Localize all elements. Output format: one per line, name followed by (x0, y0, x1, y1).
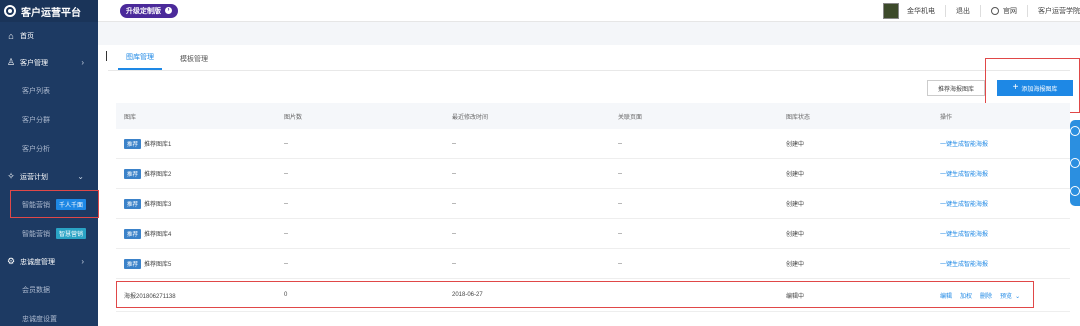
table-row: 推荐 推荐图库1 -- -- -- 创建中 一键生成智能海报 (116, 129, 1070, 159)
table-header: 图库 图片数 最近修改时间 关联页面 图库状态 操作 (116, 103, 1070, 129)
message-icon[interactable] (1070, 158, 1080, 168)
modified-time: -- (452, 230, 456, 237)
related-page: -- (618, 260, 622, 267)
sidebar-item-loyalty-settings[interactable]: 忠诚度设置 (0, 304, 98, 326)
generate-poster-link[interactable]: 一键生成智能海报 (940, 142, 988, 148)
recommend-badge: 推荐 (124, 198, 142, 209)
column-header: 图库状态 (786, 114, 811, 121)
logout-link[interactable]: 退出 (956, 6, 970, 16)
settings-icon: ⚙ (6, 256, 16, 266)
recommend-badge: 推荐 (124, 258, 142, 269)
image-count: -- (284, 260, 288, 267)
home-icon: ⌂ (8, 30, 14, 41)
sidebar: 客户运营平台 ⌂ 首页 ♙ 客户管理 › 客户列表 客户分群 客户分析 ✧ 运营… (0, 0, 98, 326)
gallery-name: 推荐图库3 (144, 202, 172, 208)
gallery-status: 创建中 (786, 172, 805, 178)
generate-poster-link[interactable]: 一键生成智能海报 (940, 262, 988, 268)
sidebar-item-customer-mgmt[interactable]: ♙ 客户管理 › (0, 49, 98, 76)
gallery-name: 推荐图库4 (144, 232, 172, 238)
recommend-gallery-button[interactable]: 推荐海报图库 (927, 80, 985, 96)
gallery-status: 创建中 (786, 202, 805, 208)
globe-icon (991, 7, 999, 15)
sidebar-item-customer-analysis[interactable]: 客户分析 (0, 134, 98, 163)
related-page: -- (618, 200, 622, 207)
academy-link[interactable]: 客户运营学院 (1038, 6, 1080, 16)
gallery-status: 创建中 (786, 232, 805, 238)
user-name: 金华机电 (907, 8, 935, 15)
table-row: 推荐 推荐图库5 -- -- -- 创建中 一键生成智能海报 (116, 249, 1070, 279)
chevron-right-icon: › (81, 257, 84, 266)
tab-list: 图库管理 模板管理 (108, 48, 216, 70)
divider (1027, 5, 1028, 17)
top-bar: 升级定制版 › 金华机电 退出 官网 客户运营学院 (98, 0, 1080, 22)
top-right-menu: 金华机电 退出 官网 客户运营学院 (883, 0, 1080, 22)
recommend-badge: 推荐 (124, 168, 142, 179)
bell-icon[interactable] (1070, 126, 1080, 136)
divider (980, 5, 981, 17)
gallery-name: 推荐图库5 (144, 262, 172, 268)
column-header: 图库 (124, 114, 137, 121)
column-header: 操作 (940, 114, 953, 121)
tab-gallery-mgmt[interactable]: 图库管理 (118, 52, 162, 70)
sidebar-item-home[interactable]: ⌂ 首页 (0, 22, 98, 49)
gallery-status: 创建中 (786, 262, 805, 268)
gallery-status: 创建中 (786, 142, 805, 148)
table-row: 推荐 推荐图库3 -- -- -- 创建中 一键生成智能海报 (116, 189, 1070, 219)
column-header: 最近修改时间 (452, 114, 489, 121)
gallery-name: 推荐图库2 (144, 172, 172, 178)
related-page: -- (618, 170, 622, 177)
sidebar-item-customer-list[interactable]: 客户列表 (0, 76, 98, 105)
help-icon[interactable] (1070, 186, 1080, 196)
highlight-box (10, 190, 99, 218)
modified-time: -- (452, 200, 456, 207)
chevron-right-icon: › (81, 58, 84, 67)
tabs-divider (108, 70, 1070, 71)
brand-logo-icon (4, 5, 16, 17)
related-page: -- (618, 140, 622, 147)
highlight-box (116, 281, 1034, 308)
sidebar-item-loyalty-mgmt[interactable]: ⚙ 忠诚度管理 › (0, 248, 98, 275)
official-site-link[interactable]: 官网 (1003, 6, 1017, 16)
column-header: 图片数 (284, 114, 303, 121)
image-count: -- (284, 140, 288, 147)
brand[interactable]: 客户运营平台 (0, 0, 98, 22)
chevron-down-icon: ⌄ (77, 172, 84, 181)
tab-template-mgmt[interactable]: 模板管理 (172, 54, 216, 70)
table-row: 推荐 推荐图库4 -- -- -- 创建中 一键生成智能海报 (116, 219, 1070, 249)
modified-time: -- (452, 260, 456, 267)
table-row: 推荐 推荐图库2 -- -- -- 创建中 一键生成智能海报 (116, 159, 1070, 189)
related-page: -- (618, 230, 622, 237)
generate-poster-link[interactable]: 一键生成智能海报 (940, 202, 988, 208)
brand-title: 客户运营平台 (21, 7, 81, 19)
modified-time: -- (452, 170, 456, 177)
feature-tag: 智慧营销 (56, 228, 87, 239)
divider (945, 5, 946, 17)
sidebar-item-member-data[interactable]: 会员数据 (0, 275, 98, 304)
arrow-right-icon: › (165, 7, 172, 14)
sidebar-item-smart-marketing-2[interactable]: 智能营销 智慧营销 (0, 219, 98, 248)
content-header-bg (98, 22, 1080, 45)
image-count: -- (284, 230, 288, 237)
recommend-badge: 推荐 (124, 228, 142, 239)
avatar[interactable] (883, 3, 899, 19)
generate-poster-link[interactable]: 一键生成智能海报 (940, 172, 988, 178)
recommend-badge: 推荐 (124, 138, 142, 149)
users-icon: ♙ (6, 57, 16, 67)
section-marker (106, 51, 107, 61)
sidebar-item-ops-plan[interactable]: ✧ 运营计划 ⌄ (0, 163, 98, 190)
gallery-name: 推荐图库1 (144, 142, 172, 148)
upgrade-button[interactable]: 升级定制版 › (120, 3, 178, 18)
floating-toolbar (1070, 120, 1080, 206)
gear-icon: ✧ (7, 171, 15, 181)
generate-poster-link[interactable]: 一键生成智能海报 (940, 232, 988, 238)
column-header: 关联页面 (618, 114, 643, 121)
image-count: -- (284, 200, 288, 207)
modified-time: -- (452, 140, 456, 147)
sidebar-item-customer-groups[interactable]: 客户分群 (0, 105, 98, 134)
image-count: -- (284, 170, 288, 177)
